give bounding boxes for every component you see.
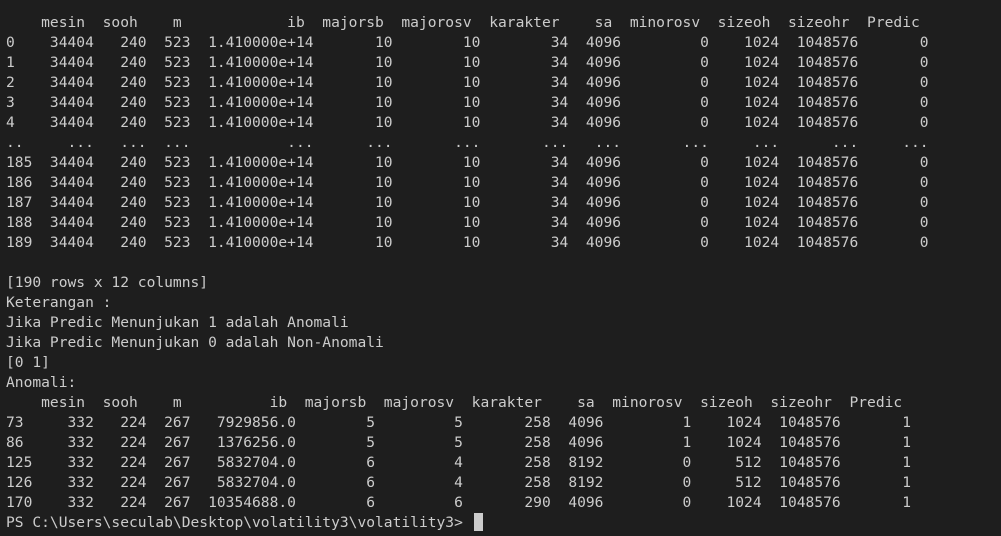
dataframe-row: 1 34404 240 523 1.410000e+14 10 10 34 40… (6, 54, 929, 71)
dataframe-shape-summary: [190 rows x 12 columns] (6, 274, 209, 291)
dataframe-row: 2 34404 240 523 1.410000e+14 10 10 34 40… (6, 74, 929, 91)
legend-anomaly-text: Jika Predic Menunjukan 1 adalah Anomali (6, 314, 349, 331)
anomaly-heading: Anomali: (6, 374, 77, 391)
anomaly-table-header-row: mesin sooh m ib majorsb majorosv karakte… (6, 394, 903, 411)
legend-heading: Keterangan : (6, 294, 112, 311)
shell-prompt: PS C:\Users\seculab\Desktop\volatility3\… (6, 514, 472, 531)
anomaly-table-row: 125 332 224 267 5832704.0 6 4 258 8192 0… (6, 454, 911, 471)
anomaly-table-row: 86 332 224 267 1376256.0 5 5 258 4096 1 … (6, 434, 911, 451)
dataframe-row: 186 34404 240 523 1.410000e+14 10 10 34 … (6, 174, 929, 191)
prompt-line[interactable]: PS C:\Users\seculab\Desktop\volatility3\… (6, 513, 929, 533)
dataframe-ellipsis-row: .. ... ... ... ... ... ... ... ... ... .… (6, 134, 929, 151)
dataframe-row: 0 34404 240 523 1.410000e+14 10 10 34 40… (6, 34, 929, 51)
dataframe-row: 187 34404 240 523 1.410000e+14 10 10 34 … (6, 194, 929, 211)
anomaly-table-row: 126 332 224 267 5832704.0 6 4 258 8192 0… (6, 474, 911, 491)
dataframe-row: 3 34404 240 523 1.410000e+14 10 10 34 40… (6, 94, 929, 111)
dataframe-row: 185 34404 240 523 1.410000e+14 10 10 34 … (6, 154, 929, 171)
anomaly-table-row: 170 332 224 267 10354688.0 6 6 290 4096 … (6, 494, 911, 511)
terminal-window[interactable]: mesin sooh m ib majorsb majorosv karakte… (0, 0, 1001, 536)
dataframe-row: 4 34404 240 523 1.410000e+14 10 10 34 40… (6, 114, 929, 131)
text-cursor (473, 513, 483, 531)
unique-values-output: [0 1] (6, 354, 50, 371)
dataframe-row: 188 34404 240 523 1.410000e+14 10 10 34 … (6, 214, 929, 231)
anomaly-table-row: 73 332 224 267 7929856.0 5 5 258 4096 1 … (6, 414, 911, 431)
legend-non-anomaly-text: Jika Predic Menunjukan 0 adalah Non-Anom… (6, 334, 384, 351)
dataframe-row: 189 34404 240 523 1.410000e+14 10 10 34 … (6, 234, 929, 251)
terminal-output: mesin sooh m ib majorsb majorosv karakte… (6, 13, 929, 533)
dataframe-header-row: mesin sooh m ib majorsb majorosv karakte… (6, 14, 920, 31)
